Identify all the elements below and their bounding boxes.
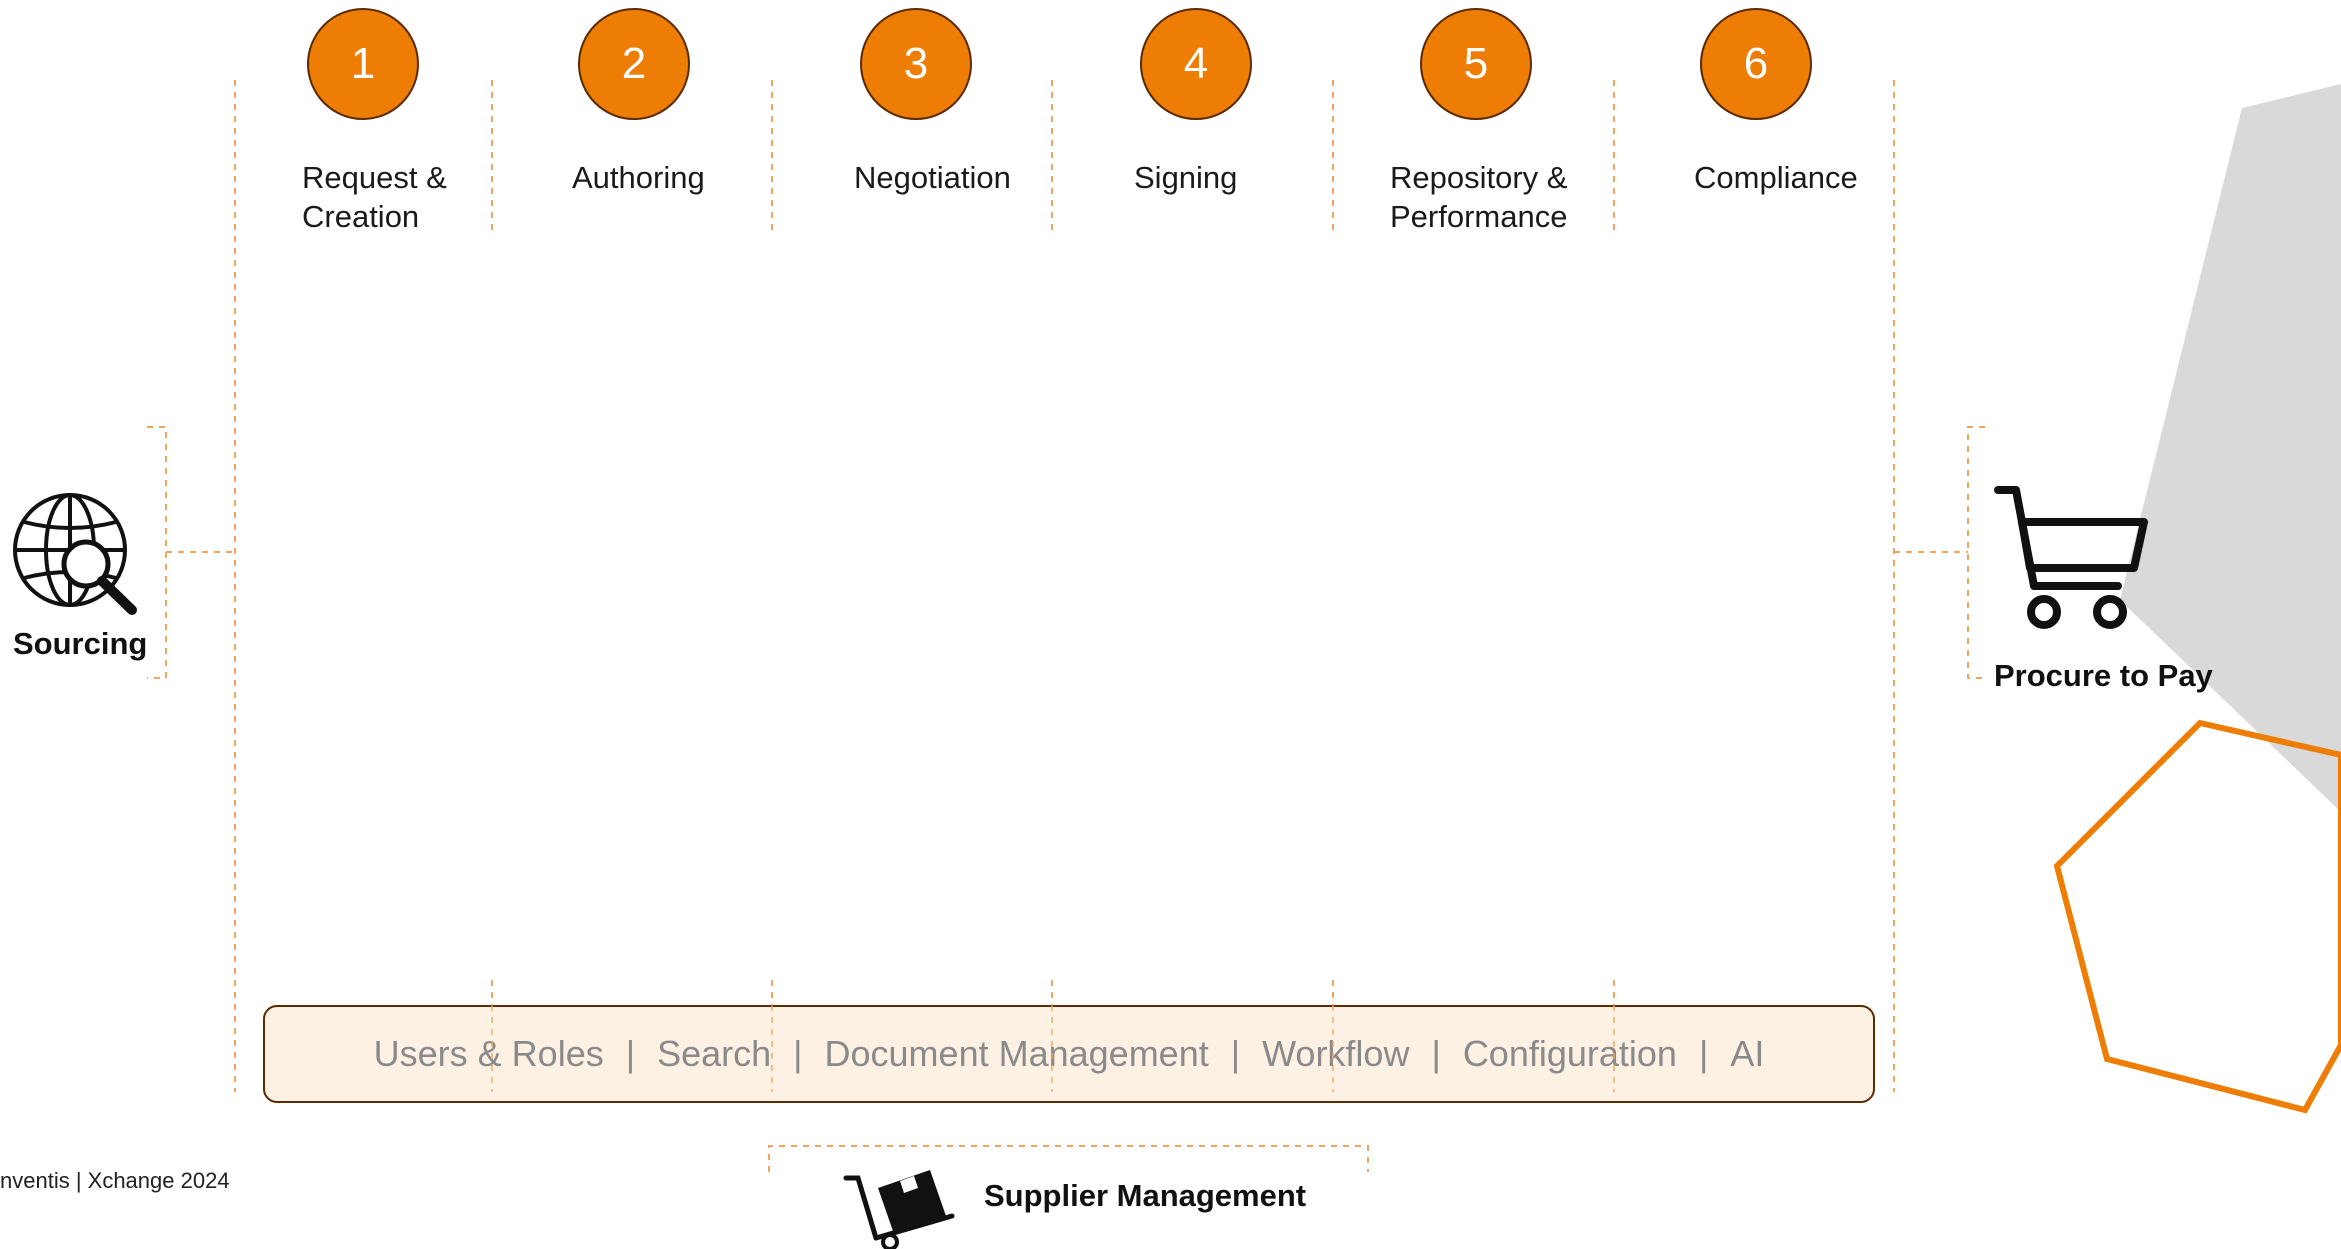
sourcing-node: Sourcing [0, 490, 150, 670]
platform-item-ai: AI [1730, 1033, 1765, 1074]
supplier-management-node: Supplier Management [842, 1160, 1322, 1249]
stage-5-label: Repository & Performance [1390, 158, 1567, 236]
stage-label-line: Negotiation [854, 160, 1011, 195]
hand-truck-box-icon [843, 1170, 955, 1249]
stage-2-circle: 2 [578, 8, 690, 120]
stage-6-label: Compliance [1694, 158, 1858, 197]
shopping-cart-icon [1994, 486, 2148, 629]
stage-2-label: Authoring [572, 158, 705, 197]
stage-number: 4 [1183, 39, 1209, 88]
stage-6-circle: 6 [1700, 8, 1812, 120]
stage-number: 5 [1463, 39, 1489, 88]
platform-item-search: Search [657, 1033, 772, 1074]
stage-number: 2 [621, 39, 647, 88]
orange-hexagon-outline [2053, 719, 2341, 1114]
procure-to-pay-node: Procure to Pay [1990, 482, 2213, 694]
stage-label-line: Repository & [1390, 160, 1568, 195]
stage-label-line: Request & [302, 160, 447, 195]
platform-separator: | [625, 1033, 636, 1074]
procure-to-pay-label: Procure to Pay [1994, 658, 2213, 693]
stage-3-label: Negotiation [854, 158, 1011, 197]
platform-separator: | [793, 1033, 803, 1074]
stage-4-circle: 4 [1140, 8, 1252, 120]
platform-item-configuration: Configuration [1462, 1033, 1677, 1074]
stage-1-label: Request & Creation [302, 158, 447, 236]
supplier-management-label: Supplier Management [984, 1178, 1307, 1213]
stage-label-line: Performance [1390, 199, 1568, 234]
platform-capabilities-bar: Users & Roles | Search | Document Manage… [263, 1005, 1875, 1103]
stage-5-circle: 5 [1420, 8, 1532, 120]
footer-text: nventis | Xchange 2024 [0, 1168, 230, 1193]
platform-separator: | [1431, 1033, 1441, 1074]
sourcing-label: Sourcing [13, 626, 148, 661]
stage-label-line: Compliance [1694, 160, 1858, 195]
stage-number: 3 [903, 39, 929, 88]
gray-hexagon-shape [2120, 84, 2341, 812]
stage-label-line: Authoring [572, 160, 705, 195]
platform-item-users-roles: Users & Roles [373, 1033, 604, 1074]
stage-number: 6 [1743, 39, 1769, 88]
platform-separator: | [1698, 1033, 1709, 1074]
stage-1-circle: 1 [307, 8, 419, 120]
platform-item-document-management: Document Management [824, 1033, 1209, 1074]
stage-3-circle: 3 [860, 8, 972, 120]
globe-search-icon [13, 493, 137, 615]
stage-4-label: Signing [1134, 158, 1237, 197]
platform-item-workflow: Workflow [1262, 1033, 1410, 1074]
platform-separator: | [1230, 1033, 1241, 1074]
stage-label-line: Signing [1134, 160, 1238, 195]
stage-number: 1 [350, 39, 376, 88]
stage-label-line: Creation [302, 199, 420, 234]
column-divider-lines [234, 80, 1895, 1092]
